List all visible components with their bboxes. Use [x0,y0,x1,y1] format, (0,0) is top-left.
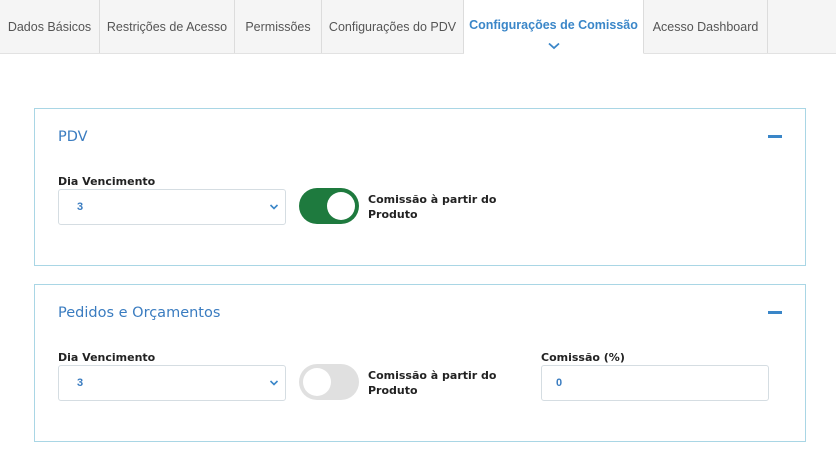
select-value: 3 [77,377,84,389]
tab-label: Restrições de Acesso [106,19,228,34]
tab-label: Configurações do PDV [328,19,457,34]
dia-vencimento-select[interactable]: 3 [58,365,286,401]
tab-label: Permissões [245,19,311,34]
tab-acesso-dashboard[interactable]: Acesso Dashboard [644,0,768,53]
comissao-percent-input[interactable] [541,365,769,401]
dia-vencimento-label: Dia Vencimento [58,351,156,364]
minus-icon[interactable] [768,311,782,314]
toggle-knob [327,192,355,220]
dia-vencimento-select[interactable]: 3 [58,189,286,225]
pedidos-panel: Pedidos e Orçamentos Dia Vencimento 3 Co… [34,284,806,442]
tab-configuracoes-comissao[interactable]: Configurações de Comissão [464,0,644,54]
comissao-produto-label: Comissão à partir do Produto [368,369,497,397]
tab-dados-basicos[interactable]: Dados Básicos [0,0,100,53]
minus-icon[interactable] [768,135,782,138]
dia-vencimento-label: Dia Vencimento [58,175,156,188]
pdv-panel: PDV Dia Vencimento 3 Comissão à partir d… [34,108,806,266]
comissao-produto-toggle[interactable] [299,188,359,224]
chevron-down-icon [269,380,279,386]
chevron-down-icon [547,42,560,50]
panel-title: Pedidos e Orçamentos [58,305,221,321]
tab-bar: Dados Básicos Restrições de Acesso Permi… [0,0,836,54]
tab-label: Dados Básicos [7,19,92,34]
panel-title: PDV [58,129,88,145]
toggle-knob [303,368,331,396]
comissao-produto-toggle[interactable] [299,364,359,400]
tab-configuracoes-pdv[interactable]: Configurações do PDV [322,0,464,53]
tab-label: Acesso Dashboard [652,19,759,34]
tab-restricoes-acesso[interactable]: Restrições de Acesso [100,0,235,53]
tab-permissoes[interactable]: Permissões [235,0,322,53]
tab-label: Configurações de Comissão [469,17,638,32]
select-value: 3 [77,201,84,213]
chevron-down-icon [269,204,279,210]
comissao-produto-label: Comissão à partir do Produto [368,193,497,221]
comissao-percent-label: Comissão (%) [541,351,625,364]
